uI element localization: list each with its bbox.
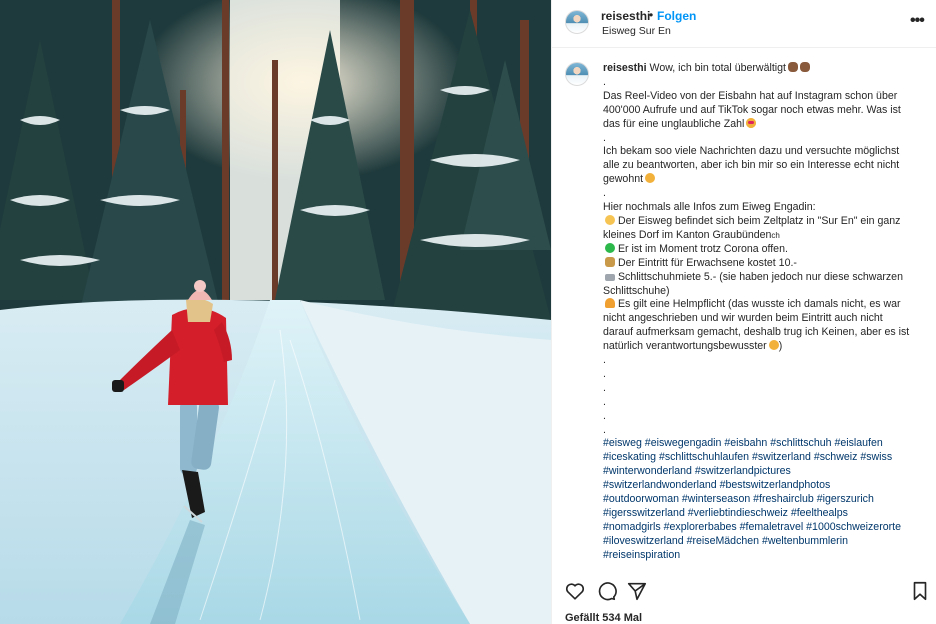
caption-line: Das Reel-Video von der Eisbahn hat auf I…: [603, 89, 898, 102]
caption-dot: .: [603, 395, 606, 408]
ice-skate-icon: [605, 273, 615, 281]
caption-dot: .: [603, 187, 606, 200]
money-bag-icon: [605, 256, 615, 267]
hashtag-line[interactable]: #iceskating #schlittschuhlaufen #switzer…: [603, 451, 921, 465]
smile-icon: [768, 340, 779, 351]
hashtag-line[interactable]: #nomadgirls #explorerbabes #femaletravel…: [603, 521, 921, 535]
caption-line: alle zu beantworten, aber ich bin mir so…: [603, 159, 900, 172]
info-line: natürlich verantwortungsbewusster: [603, 340, 767, 353]
send-icon[interactable]: [626, 580, 648, 602]
caption-dot: .: [603, 354, 606, 367]
info-line: Schlittschuhe): [603, 284, 670, 297]
green-circle-icon: [605, 242, 615, 253]
hashtag-line[interactable]: #iloveswitzerland #reiseMädchen #weltenb…: [603, 535, 921, 549]
caption-dot: .: [603, 409, 606, 422]
hashtag-line[interactable]: #reiseinspiration: [603, 549, 921, 563]
comment-icon[interactable]: [595, 580, 617, 602]
caption-line: gewohnt: [603, 173, 644, 186]
caption-dot: .: [603, 131, 606, 144]
grinning-sweat-icon: [645, 173, 656, 184]
more-options-icon[interactable]: •••: [910, 12, 925, 30]
username-link[interactable]: reisesthi: [601, 9, 650, 23]
swiss-flag-icon: ch: [771, 230, 780, 240]
hashtag-line[interactable]: #switzerlandwonderland #bestswitzerlandp…: [603, 479, 921, 493]
bookmark-icon[interactable]: [909, 580, 931, 602]
caption-avatar[interactable]: [565, 62, 589, 86]
post-actions: [552, 570, 936, 610]
info-line: Er ist im Moment trotz Corona offen.: [617, 242, 788, 255]
see-no-evil-monkey-icon: [799, 62, 810, 72]
info-line: Schlittschuhmiete 5.- (sie haben jedoch …: [617, 270, 903, 283]
location-link[interactable]: Eisweg Sur En: [602, 25, 671, 37]
caption-line: 400'000 Aufrufe und auf TikTok sogar noc…: [603, 103, 901, 116]
info-line: Es gilt eine Helmpflicht (das wusste ich…: [617, 298, 901, 311]
info-line: darauf aufmerksam gemacht, deshalb trug …: [603, 326, 910, 339]
see-no-evil-monkey-icon: [787, 62, 798, 72]
info-line: Der Eintritt für Erwachsene kostet 10.-: [617, 256, 797, 269]
info-line: kleines Dorf im Kanton Graubünden: [603, 228, 772, 241]
caption-dot: .: [603, 75, 606, 88]
info-line: Der Eisweg befindet sich beim Zeltplatz …: [617, 214, 901, 227]
post-sidebar: reisesthi • Folgen Eisweg Sur En ••• rei…: [551, 0, 936, 624]
separator-dot: •: [649, 8, 654, 22]
caption-username[interactable]: reisesthi: [603, 62, 647, 74]
hashtag-line[interactable]: #outdoorwoman #winterseason #freshairclu…: [603, 493, 921, 507]
post-header: reisesthi • Folgen Eisweg Sur En •••: [552, 0, 936, 48]
ice-skating-photo: [0, 0, 551, 624]
likes-count[interactable]: Gefällt 534 Mal: [565, 612, 642, 624]
heart-icon[interactable]: [564, 580, 586, 602]
follow-button[interactable]: Folgen: [657, 9, 696, 23]
location-pin-icon: [605, 214, 615, 225]
hashtag-line[interactable]: #eisweg #eiswegengadin #eisbahn #schlitt…: [603, 437, 921, 451]
info-paren: ): [778, 340, 783, 353]
info-title: Hier nochmals alle Infos zum Eiweg Engad…: [603, 201, 816, 214]
caption-line: das für eine unglaubliche Zahl: [603, 117, 745, 130]
caption-dot: .: [603, 423, 606, 436]
post-photo[interactable]: [0, 0, 551, 624]
post-caption: reisesthi Wow, ich bin total überwältigt…: [603, 62, 921, 563]
avatar[interactable]: [565, 10, 589, 34]
hashtag-line[interactable]: #igersswitzerland #verliebtindieschweiz …: [603, 507, 921, 521]
caption-dot: .: [603, 367, 606, 380]
heart-eyes-icon: [746, 117, 757, 128]
caption-dot: .: [603, 381, 606, 394]
info-line: nicht angeschrieben und wir wurden beim …: [603, 312, 883, 325]
caption-line: Ich bekam soo viele Nachrichten dazu und…: [603, 145, 900, 158]
caption-intro: Wow, ich bin total überwältigt: [649, 62, 786, 74]
helmet-icon: [605, 298, 615, 309]
hashtag-line[interactable]: #winterwonderland #switzerlandpictures: [603, 465, 921, 479]
